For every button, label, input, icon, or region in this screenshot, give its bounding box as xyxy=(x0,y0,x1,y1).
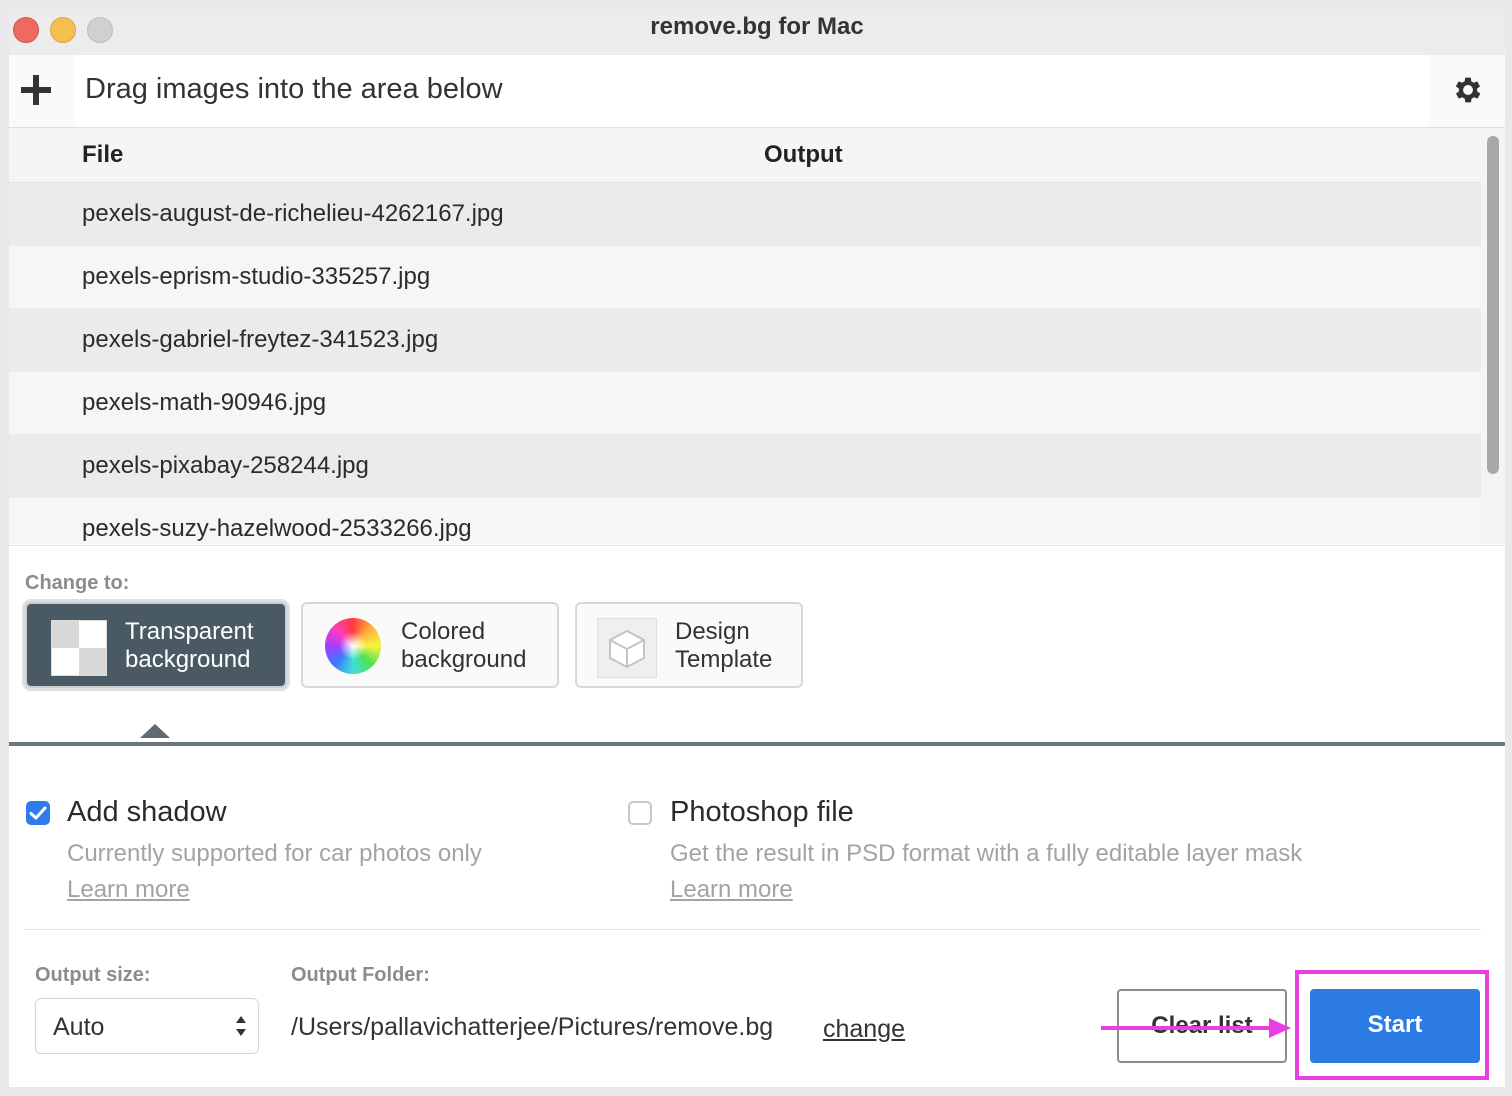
photoshop-file-checkbox[interactable] xyxy=(628,801,652,825)
table-row[interactable]: pexels-august-de-richelieu-4262167.jpg xyxy=(9,183,1481,246)
design-template-option[interactable]: Design Template xyxy=(575,602,803,688)
selection-pointer xyxy=(140,724,170,738)
annotation-highlight-box xyxy=(1295,970,1489,1080)
file-name: pexels-math-90946.jpg xyxy=(82,389,327,416)
output-folder-label: Output Folder: xyxy=(291,964,430,986)
drop-bar: Drag images into the area below xyxy=(9,55,1505,128)
add-shadow-description: Currently supported for car photos only xyxy=(67,840,482,867)
output-folder-path: /Users/pallavichatterjee/Pictures/remove… xyxy=(291,1013,774,1041)
drop-prompt: Drag images into the area below xyxy=(85,73,503,105)
gear-icon[interactable] xyxy=(1451,73,1485,107)
annotation-arrow-icon xyxy=(1101,1018,1291,1038)
title-bar: remove.bg for Mac xyxy=(9,9,1505,56)
option-label: Design Template xyxy=(675,618,773,673)
output-size-select[interactable]: Auto xyxy=(35,998,259,1054)
output-size-value: Auto xyxy=(53,1013,105,1041)
option-label: Transparent background xyxy=(125,618,254,673)
table-row[interactable]: pexels-pixabay-258244.jpg xyxy=(9,435,1481,498)
checkmark-icon xyxy=(29,806,47,820)
table-header: File Output xyxy=(9,128,1481,183)
file-name: pexels-pixabay-258244.jpg xyxy=(82,452,369,479)
cube-icon xyxy=(597,618,657,678)
footer-divider xyxy=(25,929,1481,930)
change-to-label: Change to: xyxy=(25,572,130,594)
change-folder-link[interactable]: change xyxy=(823,1015,905,1044)
photoshop-file-title[interactable]: Photoshop file xyxy=(670,796,854,829)
file-name: pexels-suzy-hazelwood-2533266.jpg xyxy=(82,515,472,542)
option-label: Colored background xyxy=(401,618,527,673)
table-rows: pexels-august-de-richelieu-4262167.jpg p… xyxy=(9,183,1481,544)
file-name: pexels-eprism-studio-335257.jpg xyxy=(82,263,431,290)
section-divider xyxy=(9,742,1505,746)
drop-area[interactable]: Drag images into the area below xyxy=(75,55,1429,127)
file-table: File Output pexels-august-de-richelieu-4… xyxy=(9,128,1481,544)
file-name: pexels-august-de-richelieu-4262167.jpg xyxy=(82,200,504,227)
table-row[interactable]: pexels-eprism-studio-335257.jpg xyxy=(9,246,1481,309)
transparent-background-option[interactable]: Transparent background xyxy=(25,602,287,688)
add-shadow-learn-more-link[interactable]: Learn more xyxy=(67,876,190,904)
output-size-label: Output size: xyxy=(35,964,151,986)
photoshop-learn-more-link[interactable]: Learn more xyxy=(670,876,793,904)
add-shadow-title[interactable]: Add shadow xyxy=(67,796,227,829)
column-header-output[interactable]: Output xyxy=(764,141,843,169)
table-row[interactable]: pexels-suzy-hazelwood-2533266.jpg xyxy=(9,498,1481,544)
table-row[interactable]: pexels-gabriel-freytez-341523.jpg xyxy=(9,309,1481,372)
checkerboard-icon xyxy=(51,620,107,676)
color-wheel-icon xyxy=(325,618,381,674)
table-row[interactable]: pexels-math-90946.jpg xyxy=(9,372,1481,435)
scrollbar-thumb[interactable] xyxy=(1487,136,1499,474)
up-down-arrows-icon xyxy=(236,1016,246,1036)
photoshop-file-description: Get the result in PSD format with a full… xyxy=(670,840,1303,867)
plus-icon[interactable] xyxy=(19,73,53,107)
colored-background-option[interactable]: Colored background xyxy=(301,602,559,688)
window-title: remove.bg for Mac xyxy=(650,13,864,40)
settings-panel: Change to: Transparent background Colored… xyxy=(9,545,1505,1087)
file-name: pexels-gabriel-freytez-341523.jpg xyxy=(82,326,439,353)
add-shadow-checkbox[interactable] xyxy=(26,801,50,825)
column-header-file[interactable]: File xyxy=(82,141,123,169)
app-window: remove.bg for Mac Drag images into the a… xyxy=(9,9,1505,1087)
table-scrollbar[interactable] xyxy=(1481,128,1505,544)
